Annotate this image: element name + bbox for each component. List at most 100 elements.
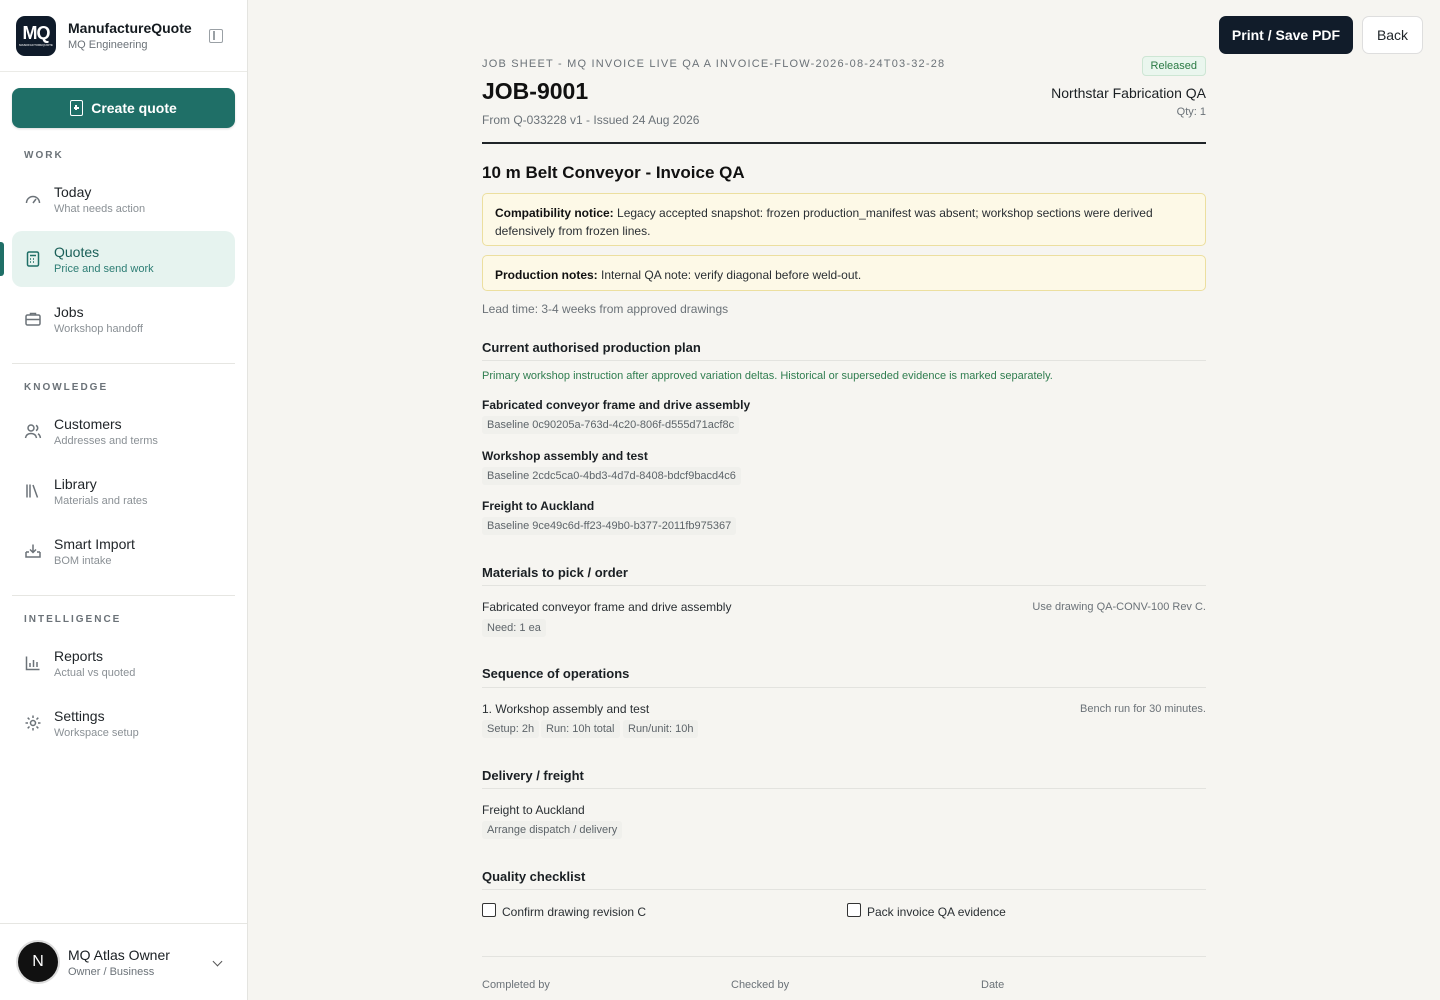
need-chip: Need: 1 ea: [482, 619, 546, 637]
check-label: Confirm drawing revision C: [502, 905, 647, 919]
operation-note: Bench run for 30 minutes.: [1080, 703, 1206, 715]
production-notes-text: Internal QA note: verify diagonal before…: [601, 268, 862, 282]
sidebar-item-title: Today: [54, 183, 92, 200]
section-title-operations: Sequence of operations: [482, 666, 630, 681]
plan-item-title: Fabricated conveyor frame and drive asse…: [482, 398, 751, 412]
chevron-down-icon[interactable]: [212, 956, 223, 967]
sidebar-item-title: Customers: [54, 415, 122, 432]
sidebar-item-reports[interactable]: Reports Actual vs quoted: [12, 635, 235, 691]
run-unit-chip: Run/unit: 10h: [623, 720, 699, 738]
sidebar-item-sub: Price and send work: [54, 262, 154, 275]
production-notes-label: Production notes:: [495, 268, 598, 282]
sidebar-item-smart-import[interactable]: Smart Import BOM intake: [12, 523, 235, 579]
sidebar-collapse-icon[interactable]: [209, 29, 223, 43]
sidebar-divider: [12, 595, 235, 596]
library-icon: [24, 482, 42, 500]
compatibility-notice-label: Compatibility notice:: [495, 206, 614, 220]
completed-by-label: Completed by: [482, 979, 550, 991]
sidebar-item-title: Jobs: [54, 303, 84, 320]
checked-by-label: Checked by: [731, 979, 790, 991]
active-indicator: [0, 242, 4, 276]
status-badge: Released: [1141, 56, 1206, 76]
print-save-pdf-button[interactable]: Print / Save PDF: [1219, 16, 1353, 54]
sidebar-item-title: Library: [54, 475, 97, 492]
production-notes: Production notes: Internal QA note: veri…: [482, 255, 1206, 291]
users-icon: [24, 422, 42, 440]
import-icon: [24, 542, 42, 560]
user-name: MQ Atlas Owner: [68, 946, 170, 963]
brand-header: MQ MANUFACTUREQUOTE ManufactureQuote MQ E…: [0, 0, 247, 72]
gauge-icon: [24, 190, 42, 208]
delivery-item: Freight to Auckland: [482, 803, 585, 817]
sidebar-item-library[interactable]: Library Materials and rates: [12, 463, 235, 519]
product-title: 10 m Belt Conveyor - Invoice QA: [482, 163, 745, 182]
sidebar-item-sub: What needs action: [54, 202, 146, 215]
baseline-chip: Baseline 9ce49c6d-ff23-49b0-b377-2011fb9…: [482, 517, 737, 535]
plan-note: Primary workshop instruction after appro…: [482, 370, 1053, 382]
checkbox-drawing-revision[interactable]: [482, 903, 496, 917]
sidebar-item-quotes[interactable]: Quotes Price and send work: [12, 231, 235, 287]
sidebar-item-today[interactable]: Today What needs action: [12, 171, 235, 227]
sidebar-item-sub: Materials and rates: [54, 494, 148, 507]
sidebar-item-customers[interactable]: Customers Addresses and terms: [12, 403, 235, 459]
section-label-knowledge: KNOWLEDGE: [24, 382, 109, 393]
job-sheet-eyebrow: JOB SHEET - MQ INVOICE LIVE QA A INVOICE…: [482, 58, 946, 70]
customer-name: Northstar Fabrication QA: [1051, 85, 1206, 101]
calculator-icon: [24, 250, 42, 268]
issued-info: From Q-033228 v1 - Issued 24 Aug 2026: [482, 113, 700, 127]
brand-name: ManufactureQuote: [68, 20, 192, 36]
sidebar-item-title: Smart Import: [54, 535, 135, 552]
sidebar-item-sub: Actual vs quoted: [54, 666, 136, 679]
avatar: N: [18, 942, 58, 982]
material-note: Use drawing QA-CONV-100 Rev C.: [1032, 601, 1206, 613]
delivery-chip: Arrange dispatch / delivery: [482, 821, 623, 839]
check-label: Pack invoice QA evidence: [867, 905, 1006, 919]
setup-chip: Setup: 2h: [482, 720, 540, 738]
lead-time: Lead time: 3-4 weeks from approved drawi…: [482, 302, 729, 316]
date-label: Date: [981, 979, 1005, 991]
job-sheet: JOB SHEET - MQ INVOICE LIVE QA A INVOICE…: [482, 0, 1206, 1000]
sidebar-item-jobs[interactable]: Jobs Workshop handoff: [12, 291, 235, 347]
section-rule: [482, 687, 1206, 688]
operation-item: 1. Workshop assembly and test: [482, 702, 650, 716]
section-label-intelligence: INTELLIGENCE: [24, 614, 122, 625]
bar-chart-icon: [24, 654, 42, 672]
section-rule: [482, 360, 1206, 361]
sidebar-divider: [12, 363, 235, 364]
plan-item-title: Workshop assembly and test: [482, 449, 648, 463]
section-rule: [482, 889, 1206, 890]
sidebar-item-sub: Workshop handoff: [54, 322, 143, 335]
back-button[interactable]: Back: [1362, 16, 1423, 54]
section-title-production-plan: Current authorised production plan: [482, 340, 701, 355]
baseline-chip: Baseline 2cdc5ca0-4bd3-4d7d-8408-bdcf9ba…: [482, 467, 741, 485]
baseline-chip: Baseline 0c90205a-763d-4c20-806f-d555d71…: [482, 416, 740, 434]
create-quote-button[interactable]: Create quote: [12, 88, 235, 128]
job-number: JOB-9001: [482, 78, 589, 104]
gear-icon: [24, 714, 42, 732]
quantity: Qty: 1: [1176, 106, 1206, 118]
section-title-delivery: Delivery / freight: [482, 768, 584, 783]
compatibility-notice: Compatibility notice: Legacy accepted sn…: [482, 193, 1206, 246]
sidebar-item-settings[interactable]: Settings Workspace setup: [12, 695, 235, 751]
sidebar-item-title: Settings: [54, 707, 105, 724]
section-title-quality: Quality checklist: [482, 869, 586, 884]
checkbox-pack-evidence[interactable]: [847, 903, 861, 917]
user-menu[interactable]: N MQ Atlas Owner Owner / Business: [0, 923, 247, 1000]
section-title-materials: Materials to pick / order: [482, 565, 628, 580]
section-label-work: WORK: [24, 150, 64, 161]
section-rule: [482, 585, 1206, 586]
sidebar-item-sub: BOM intake: [54, 554, 112, 567]
sidebar: MQ MANUFACTUREQUOTE ManufactureQuote MQ E…: [0, 0, 248, 1000]
sidebar-item-sub: Workspace setup: [54, 726, 139, 739]
document-plus-icon: [70, 100, 84, 116]
briefcase-icon: [24, 310, 42, 328]
plan-item-title: Freight to Auckland: [482, 499, 595, 513]
sidebar-item-sub: Addresses and terms: [54, 434, 158, 447]
material-item: Fabricated conveyor frame and drive asse…: [482, 600, 732, 614]
header-rule: [482, 142, 1206, 144]
create-quote-label: Create quote: [91, 100, 177, 116]
sidebar-item-title: Quotes: [54, 243, 100, 260]
app-logo: MQ MANUFACTUREQUOTE: [16, 15, 56, 56]
sidebar-item-title: Reports: [54, 647, 104, 664]
run-chip: Run: 10h total: [541, 720, 620, 738]
